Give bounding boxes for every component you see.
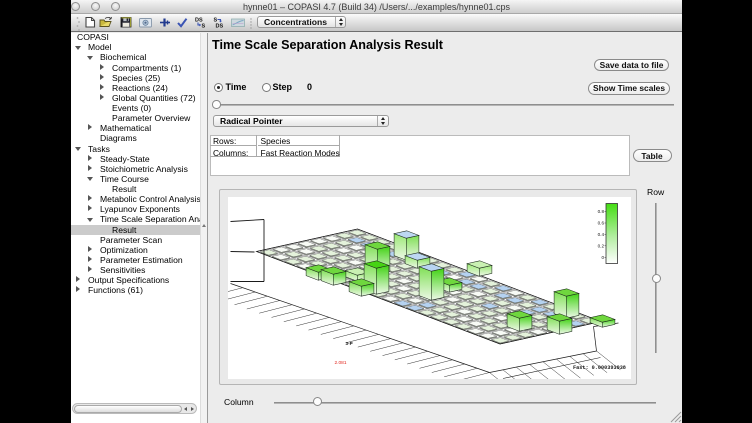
svg-text:2.081: 2.081 [334,360,346,366]
svg-text:0.4: 0.4 [597,232,604,237]
svg-text:Fast: 0.000393938: Fast: 0.000393938 [573,365,626,371]
svg-text:DS: DS [216,24,224,30]
svg-text:0.6: 0.6 [597,220,604,225]
svg-text:0: 0 [601,255,604,260]
svg-text:3-P: 3-P [345,341,352,346]
svg-text:0.2: 0.2 [597,243,604,248]
svg-text:S: S [202,24,206,30]
svg-text:0.8: 0.8 [597,209,604,214]
